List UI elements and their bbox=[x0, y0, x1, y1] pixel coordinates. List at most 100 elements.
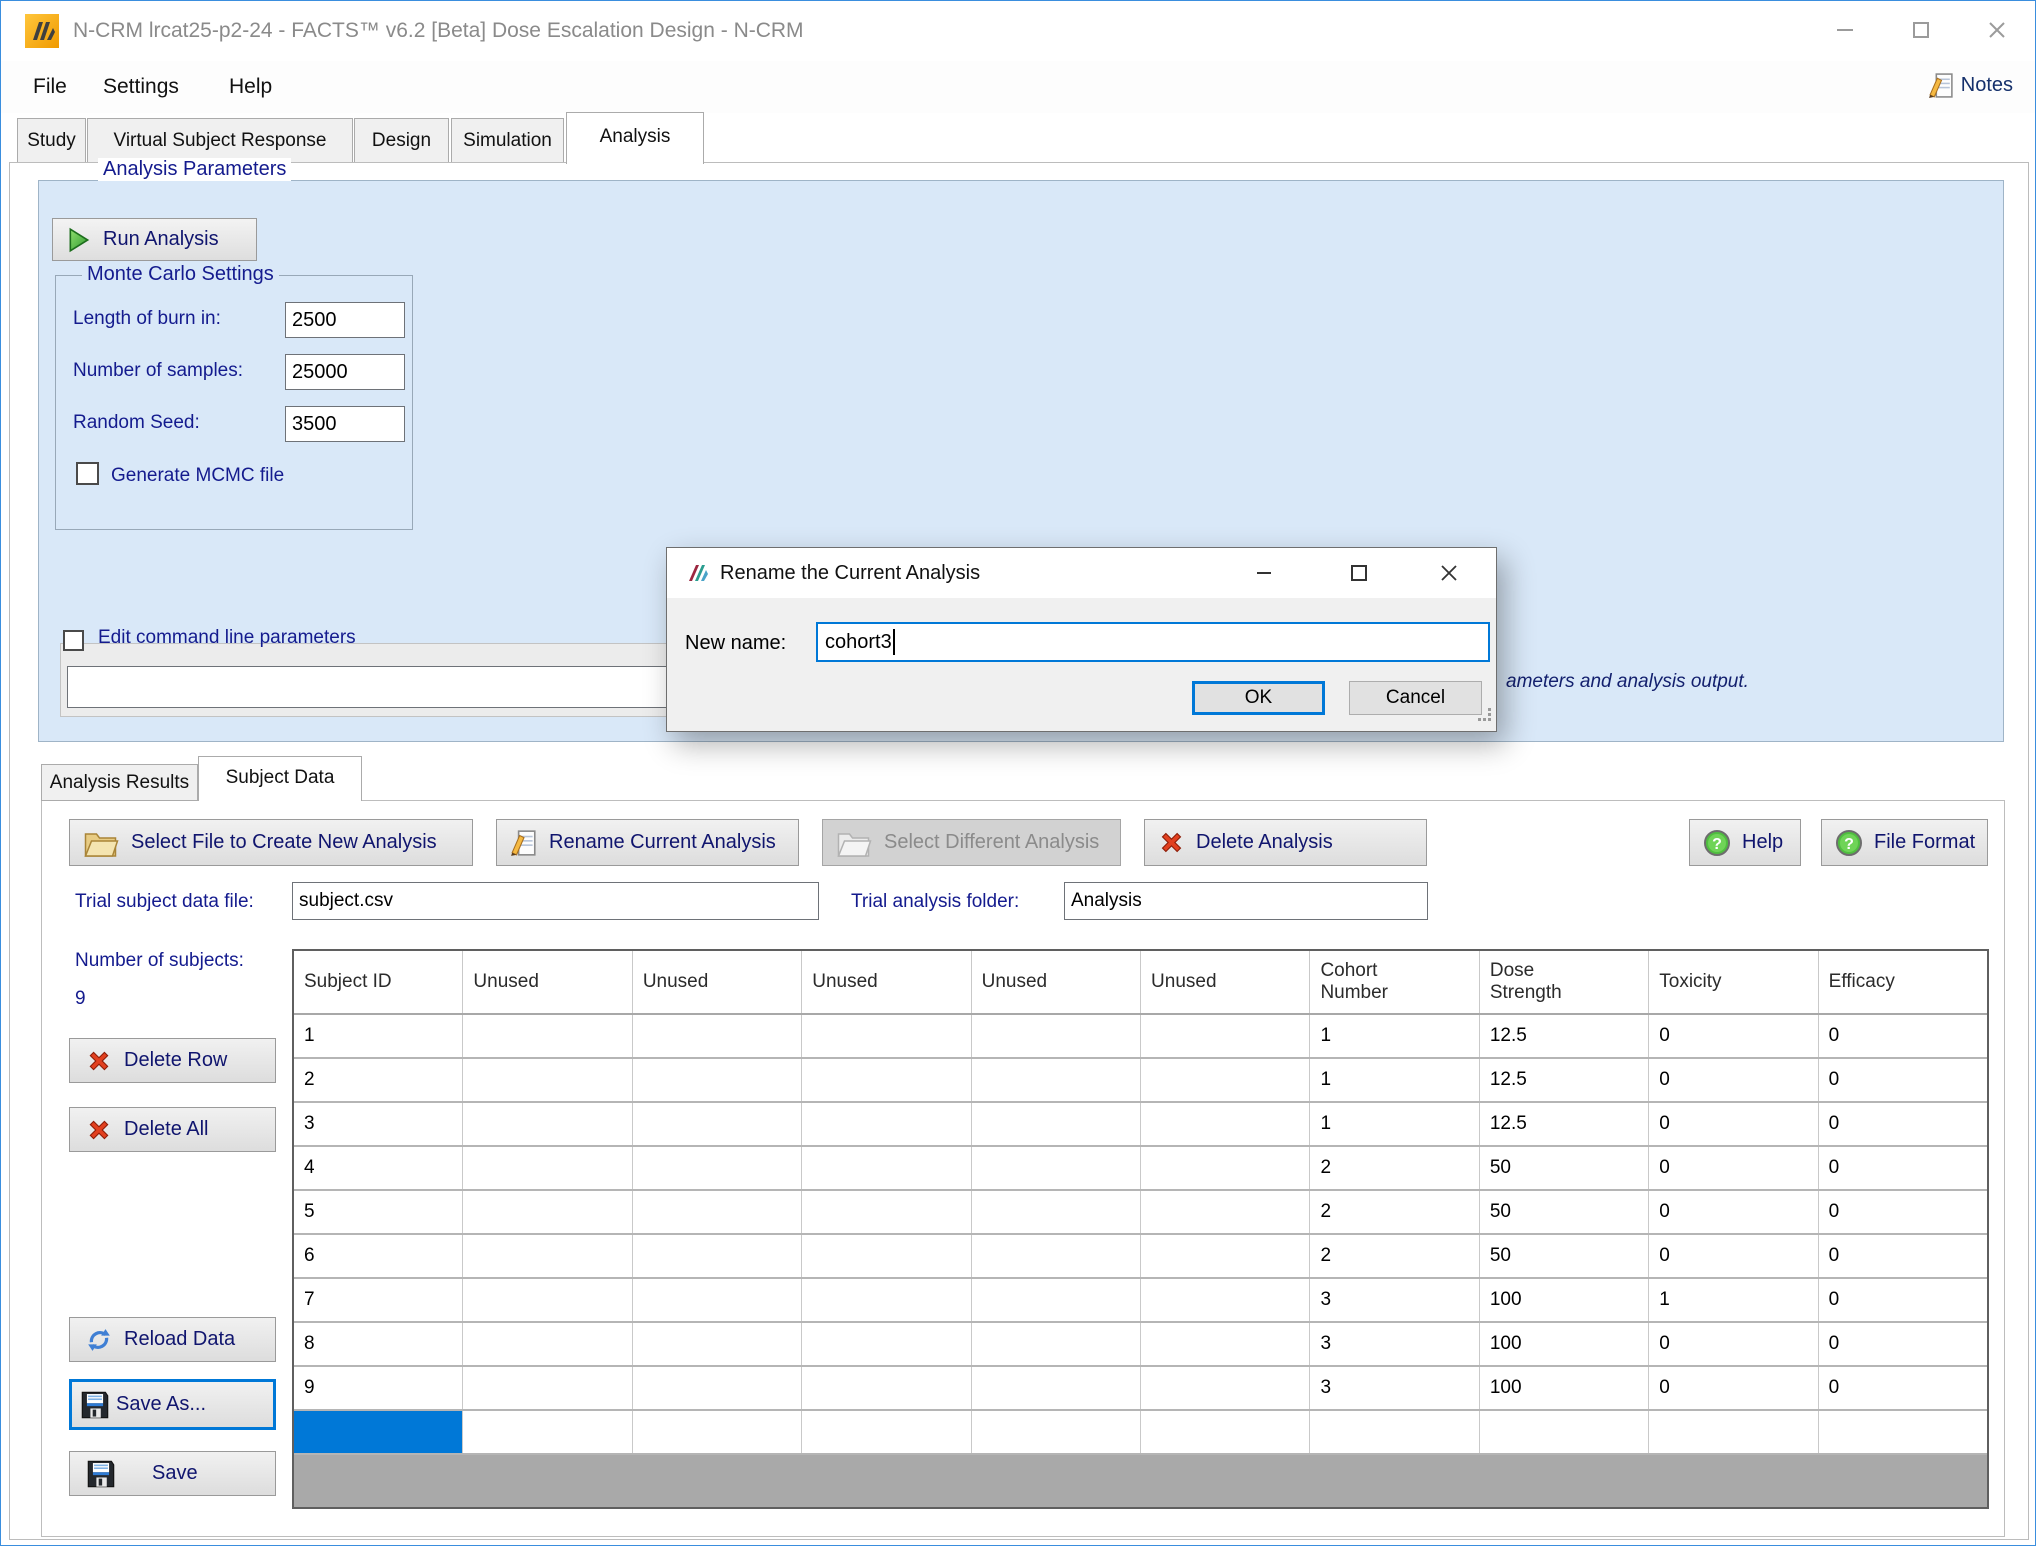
samples-input[interactable]: 25000 bbox=[285, 354, 405, 390]
new-name-input[interactable]: cohort3 bbox=[816, 622, 1490, 662]
table-cell[interactable] bbox=[1480, 1411, 1649, 1453]
notes-button[interactable]: Notes bbox=[1928, 72, 2013, 99]
table-cell[interactable]: 0 bbox=[1649, 1367, 1818, 1409]
table-cell[interactable]: 2 bbox=[1310, 1147, 1479, 1189]
maximize-button[interactable] bbox=[1883, 1, 1959, 59]
table-cell[interactable]: 50 bbox=[1480, 1191, 1649, 1233]
table-cell[interactable] bbox=[463, 1323, 632, 1365]
delete-analysis-button[interactable]: Delete Analysis bbox=[1144, 819, 1427, 866]
resize-grip[interactable] bbox=[1478, 708, 1492, 727]
table-cell[interactable]: 12.5 bbox=[1480, 1059, 1649, 1101]
column-header[interactable]: Toxicity bbox=[1649, 951, 1818, 1013]
table-cell[interactable]: 50 bbox=[1480, 1235, 1649, 1277]
table-cell[interactable] bbox=[633, 1103, 802, 1145]
select-file-new-analysis-button[interactable]: Select File to Create New Analysis bbox=[69, 819, 473, 866]
cmdline-input[interactable] bbox=[67, 666, 667, 708]
table-cell[interactable] bbox=[463, 1367, 632, 1409]
table-cell[interactable]: 6 bbox=[294, 1235, 463, 1277]
column-header[interactable]: Unused bbox=[633, 951, 802, 1013]
table-cell[interactable] bbox=[802, 1235, 971, 1277]
table-cell[interactable] bbox=[633, 1191, 802, 1233]
delete-row-button[interactable]: Delete Row bbox=[69, 1038, 276, 1083]
table-cell[interactable] bbox=[1141, 1411, 1310, 1453]
table-cell[interactable]: 0 bbox=[1649, 1103, 1818, 1145]
column-header[interactable]: Unused bbox=[463, 951, 632, 1013]
table-cell[interactable] bbox=[972, 1059, 1141, 1101]
table-cell[interactable]: 1 bbox=[1310, 1103, 1479, 1145]
table-cell[interactable]: 1 bbox=[1649, 1279, 1818, 1321]
table-cell[interactable] bbox=[633, 1411, 802, 1453]
table-cell[interactable]: 9 bbox=[294, 1367, 463, 1409]
table-cell[interactable] bbox=[1649, 1411, 1818, 1453]
table-cell[interactable]: 0 bbox=[1819, 1323, 1987, 1365]
save-button[interactable]: Save bbox=[69, 1451, 276, 1496]
table-cell[interactable] bbox=[802, 1367, 971, 1409]
table-cell[interactable] bbox=[633, 1235, 802, 1277]
table-cell[interactable]: 3 bbox=[294, 1103, 463, 1145]
table-cell[interactable] bbox=[1141, 1191, 1310, 1233]
table-cell[interactable]: 0 bbox=[1819, 1367, 1987, 1409]
table-cell[interactable]: 100 bbox=[1480, 1323, 1649, 1365]
dialog-close-button[interactable] bbox=[1419, 548, 1479, 598]
table-cell[interactable] bbox=[802, 1103, 971, 1145]
run-analysis-button[interactable]: Run Analysis bbox=[52, 218, 257, 261]
table-cell[interactable]: 100 bbox=[1480, 1367, 1649, 1409]
table-cell[interactable]: 0 bbox=[1819, 1191, 1987, 1233]
rename-current-analysis-button[interactable]: Rename Current Analysis bbox=[496, 819, 799, 866]
table-cell[interactable]: 8 bbox=[294, 1323, 463, 1365]
menu-help[interactable]: Help bbox=[223, 61, 278, 113]
table-cell[interactable] bbox=[633, 1147, 802, 1189]
table-cell[interactable]: 2 bbox=[294, 1059, 463, 1101]
save-as-button[interactable]: Save As... bbox=[69, 1379, 276, 1430]
table-cell[interactable]: 0 bbox=[1819, 1059, 1987, 1101]
trial-analysis-folder-input[interactable]: Analysis bbox=[1064, 882, 1428, 920]
table-cell[interactable] bbox=[1141, 1015, 1310, 1057]
table-cell[interactable]: 1 bbox=[1310, 1059, 1479, 1101]
table-cell[interactable] bbox=[802, 1059, 971, 1101]
column-header[interactable]: Dose Strength bbox=[1480, 951, 1649, 1013]
table-cell[interactable]: 3 bbox=[1310, 1367, 1479, 1409]
table-cell[interactable] bbox=[802, 1411, 971, 1453]
generate-mcmc-checkbox[interactable] bbox=[76, 462, 99, 485]
cancel-button[interactable]: Cancel bbox=[1349, 681, 1482, 715]
table-cell[interactable]: 1 bbox=[1310, 1015, 1479, 1057]
table-cell[interactable]: 0 bbox=[1649, 1235, 1818, 1277]
column-header[interactable]: Subject ID bbox=[294, 951, 463, 1013]
edit-cmdline-checkbox[interactable] bbox=[63, 630, 84, 651]
table-cell[interactable]: 0 bbox=[1819, 1147, 1987, 1189]
tab-analysis-results[interactable]: Analysis Results bbox=[41, 764, 198, 801]
tab-analysis[interactable]: Analysis bbox=[566, 112, 704, 164]
table-cell[interactable]: 7 bbox=[294, 1279, 463, 1321]
table-cell[interactable] bbox=[972, 1235, 1141, 1277]
table-cell[interactable] bbox=[633, 1367, 802, 1409]
table-cell[interactable] bbox=[463, 1411, 632, 1453]
table-cell[interactable] bbox=[802, 1279, 971, 1321]
selected-cell[interactable] bbox=[294, 1411, 463, 1453]
table-cell[interactable]: 0 bbox=[1819, 1235, 1987, 1277]
table-cell[interactable] bbox=[633, 1059, 802, 1101]
seed-input[interactable]: 3500 bbox=[285, 406, 405, 442]
column-header[interactable]: Cohort Number bbox=[1310, 951, 1479, 1013]
table-cell[interactable] bbox=[972, 1147, 1141, 1189]
menu-settings[interactable]: Settings bbox=[97, 61, 185, 113]
table-cell[interactable]: 0 bbox=[1649, 1059, 1818, 1101]
table-cell[interactable] bbox=[802, 1147, 971, 1189]
table-cell[interactable] bbox=[1819, 1411, 1987, 1453]
table-cell[interactable]: 4 bbox=[294, 1147, 463, 1189]
trial-subject-file-input[interactable]: subject.csv bbox=[292, 882, 819, 920]
table-cell[interactable]: 12.5 bbox=[1480, 1103, 1649, 1145]
column-header[interactable]: Unused bbox=[1141, 951, 1310, 1013]
tab-study[interactable]: Study bbox=[17, 118, 86, 163]
table-cell[interactable] bbox=[463, 1279, 632, 1321]
table-cell[interactable] bbox=[1310, 1411, 1479, 1453]
table-cell[interactable] bbox=[633, 1279, 802, 1321]
table-cell[interactable] bbox=[633, 1015, 802, 1057]
table-cell[interactable]: 0 bbox=[1649, 1191, 1818, 1233]
ok-button[interactable]: OK bbox=[1192, 681, 1325, 715]
table-cell[interactable] bbox=[972, 1103, 1141, 1145]
table-cell[interactable] bbox=[802, 1015, 971, 1057]
table-cell[interactable] bbox=[972, 1015, 1141, 1057]
table-cell[interactable] bbox=[463, 1235, 632, 1277]
table-cell[interactable] bbox=[463, 1147, 632, 1189]
table-cell[interactable]: 0 bbox=[1819, 1103, 1987, 1145]
